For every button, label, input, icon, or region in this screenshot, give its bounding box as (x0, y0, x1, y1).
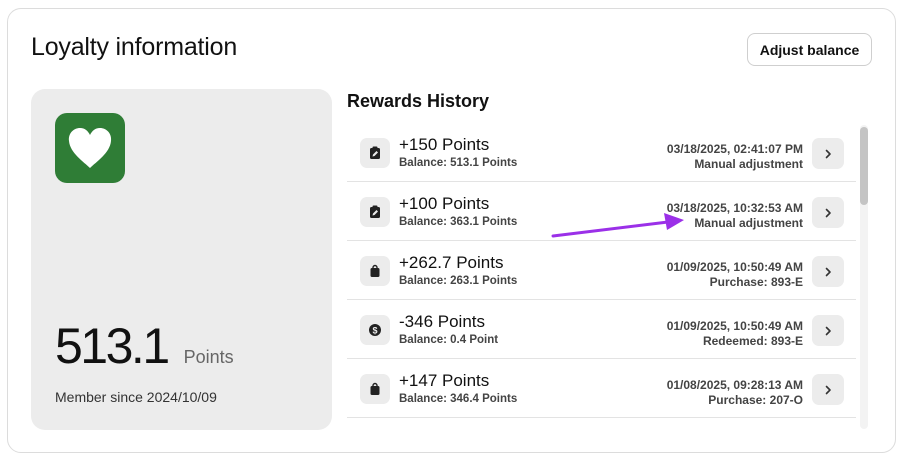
history-balance: Balance: 363.1 Points (399, 216, 518, 228)
history-balance: Balance: 263.1 Points (399, 275, 518, 287)
history-note: Purchase: 893-E (709, 275, 803, 289)
shopping-bag-icon (360, 374, 390, 404)
scrollbar-thumb[interactable] (860, 127, 868, 205)
rewards-history-list: +150 Points Balance: 513.1 Points 03/18/… (347, 123, 856, 429)
svg-text:$: $ (372, 325, 377, 335)
chevron-right-icon (825, 385, 831, 394)
history-date: 01/09/2025, 10:50:49 AM (666, 319, 803, 333)
history-row: +100 Points Balance: 363.1 Points 03/18/… (347, 182, 856, 241)
history-date: 03/18/2025, 10:32:53 AM (666, 201, 803, 215)
shopping-bag-icon (360, 256, 390, 286)
row-detail-button[interactable] (812, 256, 844, 287)
history-date: 01/09/2025, 10:50:49 AM (666, 260, 803, 274)
chevron-right-icon (825, 267, 831, 276)
history-note: Manual adjustment (694, 157, 803, 171)
history-amount: +150 Points (399, 135, 490, 154)
history-date: 03/18/2025, 02:41:07 PM (666, 142, 803, 156)
chevron-right-icon (825, 208, 831, 217)
history-row: +147 Points Balance: 346.4 Points 01/08/… (347, 359, 856, 418)
member-since: Member since 2024/10/09 (55, 389, 217, 405)
clipboard-edit-icon (360, 138, 390, 168)
history-amount: -346 Points (399, 312, 485, 331)
points-panel: 513.1 Points Member since 2024/10/09 (31, 89, 332, 430)
history-note: Manual adjustment (694, 216, 803, 230)
history-amount: +100 Points (399, 194, 490, 213)
history-note: Purchase: 207-O (708, 393, 803, 407)
history-amount: +262.7 Points (399, 253, 504, 272)
clipboard-edit-icon (360, 197, 390, 227)
dollar-coin-icon: $ (360, 315, 390, 345)
adjust-balance-button[interactable]: Adjust balance (747, 33, 872, 66)
points-balance: 513.1 Points (55, 317, 234, 375)
heart-icon (55, 113, 125, 183)
history-balance: Balance: 346.4 Points (399, 393, 518, 405)
history-balance: Balance: 0.4 Point (399, 334, 499, 346)
row-detail-button[interactable] (812, 138, 844, 169)
history-row: +150 Points Balance: 513.1 Points 03/18/… (347, 123, 856, 182)
chevron-right-icon (825, 149, 831, 158)
rewards-history-title: Rewards History (347, 91, 490, 111)
row-detail-button[interactable] (812, 374, 844, 405)
loyalty-card: Loyalty information Adjust balance 513.1… (7, 8, 896, 453)
points-unit: Points (183, 347, 234, 367)
row-detail-button[interactable] (812, 197, 844, 228)
chevron-right-icon (825, 326, 831, 335)
history-note: Redeemed: 893-E (702, 334, 803, 348)
card-title: Loyalty information (31, 33, 238, 61)
history-date: 01/08/2025, 09:28:13 AM (666, 378, 803, 392)
history-balance: Balance: 513.1 Points (399, 157, 518, 169)
history-row: $ -346 Points Balance: 0.4 Point 01/09/2… (347, 300, 856, 359)
history-amount: +147 Points (399, 371, 490, 390)
row-detail-button[interactable] (812, 315, 844, 346)
history-row: +262.7 Points Balance: 263.1 Points 01/0… (347, 241, 856, 300)
points-value: 513.1 (55, 318, 170, 374)
